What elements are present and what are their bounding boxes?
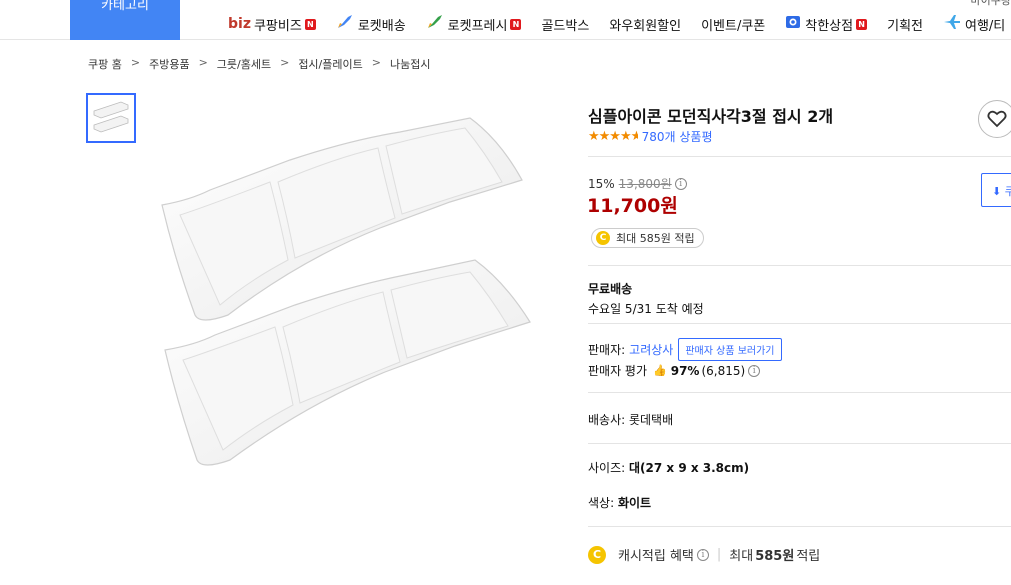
seller-row: 판매자: 고려상사 판매자 상품 보러가기 [588, 338, 782, 361]
breadcrumb-item[interactable]: 접시/플레이트 [298, 56, 362, 72]
biz-logo: biz [228, 16, 251, 32]
category-label: 카테고리 [101, 0, 149, 13]
new-badge: N [856, 18, 868, 30]
cash-benefit-suffix: 적립 [796, 549, 821, 564]
nav-menu: biz 쿠팡비즈 N 로켓배송 로켓프레시 N 골드박스 와우회원할인 이벤트/… [228, 14, 1011, 34]
divider [588, 526, 1011, 527]
product-thumbnail[interactable] [86, 93, 136, 143]
shipping-date: 수요일 5/31 도착 예정 [588, 302, 704, 316]
nav-label: 와우회원할인 [609, 18, 682, 34]
seller-rating-percent: 97% [670, 363, 700, 378]
discount-rate: 15% [588, 176, 615, 191]
my-coupang-link[interactable]: 마이쿠팡 [971, 0, 1011, 8]
review-count-link[interactable]: 780개 상품평 [642, 128, 713, 145]
rating-row: ★★★★★ 780개 상품평 [588, 128, 713, 145]
product-main-image [150, 110, 550, 490]
seller-rating-row: 판매자 평가 👍 97% (6,815) i [588, 362, 761, 379]
coupon-download-button[interactable]: ⬇ 쿠 [981, 173, 1011, 207]
rocket-icon [336, 14, 354, 34]
divider [588, 392, 1011, 393]
cash-coin-icon: C [596, 231, 610, 245]
size-label: 사이즈: [588, 461, 626, 475]
heart-icon [987, 110, 1007, 128]
nav-item-wow-discount[interactable]: 와우회원할인 [609, 15, 681, 34]
nav-label: 골드박스 [541, 18, 590, 34]
breadcrumb-separator: > [198, 56, 208, 69]
nav-item-goldbox[interactable]: 골드박스 [541, 15, 589, 34]
new-badge: N [510, 18, 522, 30]
size-value: 대(27 x 9 x 3.8cm) [629, 461, 750, 475]
new-badge: N [304, 18, 316, 30]
sale-price: 11,700원 [587, 195, 678, 217]
color-option: 색상: 화이트 [588, 494, 651, 511]
info-icon[interactable]: i [674, 177, 687, 190]
nav-item-rocket-delivery[interactable]: 로켓배송 [336, 14, 406, 34]
breadcrumb: 쿠팡 홈 > 주방용품 > 그릇/홈세트 > 접시/플레이트 > 나눔접시 [88, 56, 430, 72]
seller-products-button[interactable]: 판매자 상품 보러가기 [678, 338, 782, 361]
info-icon[interactable]: i [748, 364, 761, 377]
original-price: 13,800원 [618, 177, 672, 191]
nav-label: 기획전 [887, 18, 923, 34]
size-option: 사이즈: 대(27 x 9 x 3.8cm) [588, 459, 749, 476]
nav-item-events[interactable]: 이벤트/쿠폰 [701, 15, 765, 34]
seller-rating-label: 판매자 평가 [588, 364, 648, 378]
nav-item-rocket-fresh[interactable]: 로켓프레시 N [426, 14, 522, 34]
top-navigation: 카테고리 마이쿠팡 biz 쿠팡비즈 N 로켓배송 로켓프레시 N 골드박스 와… [0, 0, 1011, 40]
color-label: 색상: [588, 496, 615, 510]
divider [588, 265, 1011, 266]
breadcrumb-item[interactable]: 그릇/홈세트 [217, 56, 271, 72]
seller-label: 판매자: [588, 343, 626, 357]
nav-label: 쿠팡비즈 [253, 18, 302, 34]
breadcrumb-item[interactable]: 나눔접시 [390, 56, 430, 72]
coupon-label: 쿠 [1004, 185, 1011, 198]
product-title: 심플아이콘 모던직사각3절 접시 2개 [588, 107, 834, 126]
divider [588, 443, 1011, 444]
nav-label: 로켓프레시 [447, 18, 508, 34]
breadcrumb-item[interactable]: 쿠팡 홈 [88, 56, 122, 72]
seller-name-link[interactable]: 고려상사 [629, 341, 673, 358]
nav-item-exhibition[interactable]: 기획전 [887, 15, 923, 34]
breadcrumb-item[interactable]: 주방용품 [149, 56, 189, 72]
nav-label: 여행/티 [965, 18, 1006, 34]
nav-item-good-store[interactable]: 착한상점 N [785, 14, 868, 34]
discount-row: 15% 13,800원 i [588, 175, 687, 192]
cash-benefit-row: C 캐시적립 혜택 i | 최대 585원 적립 [588, 545, 820, 564]
cash-benefit-amount: 585원 [755, 549, 795, 564]
good-store-icon [785, 14, 801, 34]
info-icon[interactable]: i [696, 548, 709, 561]
reward-badge: C 최대 585원 적립 [591, 228, 704, 248]
nav-label: 착한상점 [805, 18, 854, 34]
thumbs-up-icon: 👍 [653, 364, 667, 377]
star-rating: ★★★★★ [588, 129, 638, 144]
nav-label: 이벤트/쿠폰 [701, 18, 766, 34]
breadcrumb-separator: > [280, 56, 290, 69]
favorite-button[interactable] [978, 100, 1011, 138]
cash-coin-icon: C [588, 545, 606, 564]
shipping-label: 무료배송 [588, 282, 633, 296]
shipper-info: 배송사: 롯데택배 [588, 413, 674, 427]
nav-label: 로켓배송 [357, 18, 406, 34]
separator: | [716, 547, 722, 562]
nav-item-coupang-biz[interactable]: biz 쿠팡비즈 N [228, 15, 316, 34]
cash-benefit-label: 캐시적립 혜택 [618, 549, 694, 564]
breadcrumb-separator: > [371, 56, 381, 69]
cash-benefit-prefix: 최대 [729, 549, 754, 564]
color-value: 화이트 [617, 496, 652, 510]
divider [588, 323, 1011, 324]
nav-item-travel[interactable]: 여행/티 [943, 14, 1005, 34]
rocket-fresh-icon [426, 14, 444, 34]
breadcrumb-separator: > [130, 56, 141, 69]
airplane-icon [943, 14, 961, 34]
divider [588, 156, 1011, 157]
seller-rating-count: (6,815) [701, 363, 746, 378]
reward-text: 최대 585원 적립 [616, 232, 695, 245]
category-button[interactable]: 카테고리 [70, 0, 180, 40]
